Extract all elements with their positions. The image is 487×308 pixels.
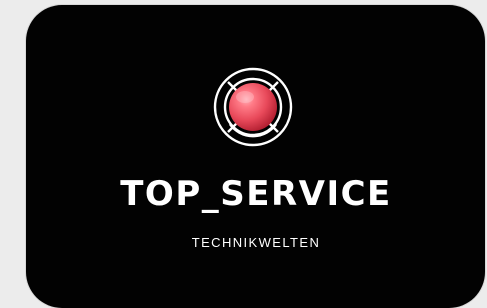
logo-card — [26, 5, 485, 308]
canvas: TOP_SERVICE TECHNIKWELTEN — [0, 0, 487, 308]
brand-name: TOP_SERVICE — [120, 174, 392, 214]
brand-tagline: TECHNIKWELTEN — [191, 235, 321, 250]
lifebuoy-target-icon — [210, 64, 296, 150]
